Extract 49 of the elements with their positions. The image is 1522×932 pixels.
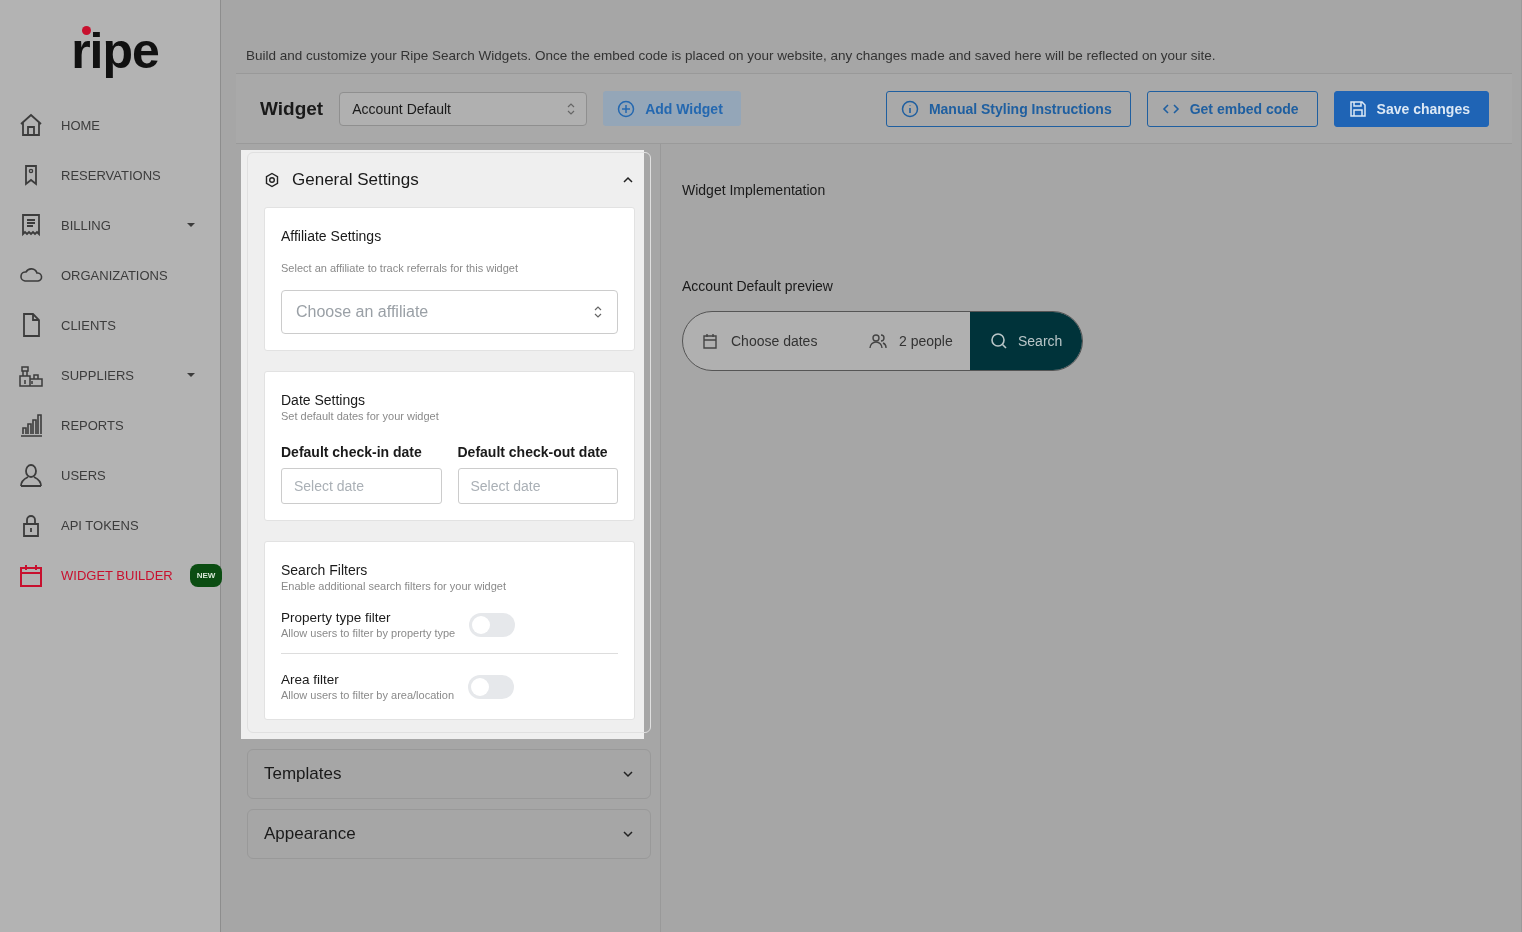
filter-hint: Allow users to filter by area/location <box>281 689 455 701</box>
sidebar-label: API TOKENS <box>61 517 140 533</box>
sidebar-item[interactable]: CLIENTS <box>0 300 220 350</box>
card-title: Affiliate Settings <box>281 228 383 244</box>
field-label: Default check-out date <box>457 444 609 460</box>
section-title[interactable]: General Settings <box>292 170 610 190</box>
sidebar-item[interactable]: RESERVATIONS <box>0 150 220 200</box>
date-field[interactable]: Select date <box>457 468 618 504</box>
sidebar-label: REPORTS <box>61 417 125 433</box>
widget-title: Widget <box>260 97 324 120</box>
field-label: Default check-in date <box>281 444 423 460</box>
card-subtitle: Set default dates for your widget <box>281 410 440 422</box>
card-subtitle: Select an affiliate to track referrals for this widget <box>281 262 519 274</box>
sidebar-label: RESERVATIONS <box>61 167 162 183</box>
new-badge: NEW <box>189 563 223 587</box>
sidebar-item[interactable]: REPORTS <box>0 400 220 450</box>
sidebar-label: USERS <box>61 467 107 483</box>
sidebar-label: HOME <box>61 117 101 133</box>
ripe-logo[interactable]: ripe <box>0 0 220 100</box>
sidebar-label: ORGANIZATIONS <box>61 267 169 283</box>
sidebar-item[interactable]: API TOKENS <box>0 500 220 550</box>
sidebar-item[interactable]: BILLING <box>0 200 220 250</box>
sidebar-label: CLIENTS <box>61 317 117 333</box>
sidebar-label: BILLING <box>61 217 112 233</box>
widget-select[interactable]: Account Default <box>339 91 588 126</box>
sidebar-item[interactable]: SUPPLIERS <box>0 350 220 400</box>
dates-field[interactable]: Choose dates <box>731 333 818 349</box>
sidebar-item[interactable]: USERS <box>0 450 220 500</box>
toolbar-button[interactable]: Manual Styling Instructions <box>885 90 1131 127</box>
filter-label: Property type filter <box>281 610 392 625</box>
filter-label: Area filter <box>281 672 340 687</box>
date-field[interactable]: Select date <box>281 468 442 504</box>
accordion-section[interactable]: Templates <box>247 749 651 799</box>
card-title: Date Settings <box>281 392 367 408</box>
toolbar-button[interactable]: Get embed code <box>1146 90 1318 127</box>
preview-title: Account Default preview <box>682 278 834 294</box>
card-subtitle: Enable additional search filters for your widget <box>281 580 507 592</box>
card-title: Search Filters <box>281 562 369 578</box>
sidebar-item[interactable]: HOME <box>0 100 220 150</box>
sidebar-label: SUPPLIERS <box>61 367 135 383</box>
sidebar-item[interactable]: ORGANIZATIONS <box>0 250 220 300</box>
filter-hint: Allow users to filter by property type <box>281 627 456 639</box>
search-button[interactable]: Search <box>970 312 1082 370</box>
sidebar-label: WIDGET BUILDER <box>61 567 173 583</box>
toolbar-button[interactable]: Save changes <box>1333 90 1489 127</box>
implementation-title: Widget Implementation <box>682 182 827 198</box>
accordion-section[interactable]: Appearance <box>247 809 651 859</box>
sidebar-item[interactable]: WIDGET BUILDER NEW <box>0 550 220 600</box>
guests-field[interactable]: 2 people <box>899 333 953 349</box>
